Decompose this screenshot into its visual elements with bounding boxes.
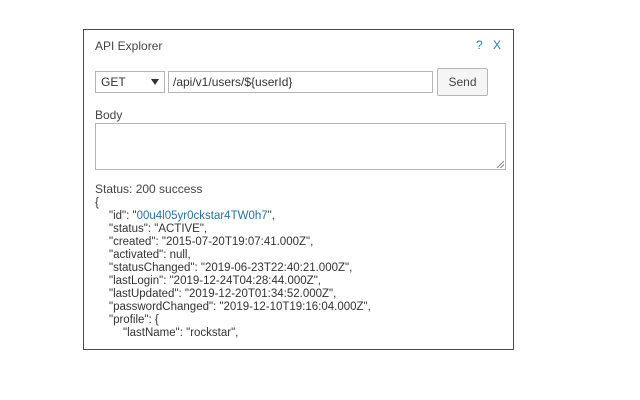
close-button[interactable]: X	[493, 38, 501, 52]
api-explorer-dialog: API Explorer ? X GET /api/v1/users/${use…	[83, 29, 514, 350]
url-input[interactable]: /api/v1/users/${userId}	[168, 71, 433, 93]
resize-grip-icon[interactable]	[497, 161, 504, 168]
json-line-id: "id": "00u4l05yr0ckstar4TW0h7",	[95, 210, 275, 222]
json-id-tail: ",	[267, 210, 275, 222]
json-open-brace: {	[95, 197, 99, 209]
json-line: "lastLogin": "2019-12-24T04:28:44.000Z",	[109, 275, 321, 287]
body-textarea[interactable]	[95, 123, 506, 170]
json-line: "profile": {	[109, 314, 159, 326]
method-select[interactable]: GET	[95, 71, 165, 93]
json-line: "passwordChanged": "2019-12-10T19:16:04.…	[109, 301, 371, 313]
json-line: "activated": null,	[109, 249, 191, 261]
json-line: "statusChanged": "2019-06-23T22:40:21.00…	[109, 262, 353, 274]
method-select-value: GET	[101, 75, 126, 89]
help-button[interactable]: ?	[476, 38, 483, 52]
json-line: "lastUpdated": "2019-12-20T01:34:52.000Z…	[109, 288, 337, 300]
json-nested-line: "lastName": "rockstar",	[123, 327, 239, 339]
user-id-link[interactable]: 00u4l05yr0ckstar4TW0h7	[137, 210, 268, 222]
body-label: Body	[95, 108, 123, 122]
json-line: "status": "ACTIVE",	[109, 223, 208, 235]
chevron-down-icon	[151, 79, 159, 85]
response-status: Status: 200 success	[95, 182, 203, 196]
json-line: "created": "2015-07-20T19:07:41.000Z",	[109, 236, 314, 248]
dialog-title: API Explorer	[95, 39, 163, 53]
json-id-key: "id": "	[109, 210, 137, 222]
response-json: { "id": "00u4l05yr0ckstar4TW0h7", "statu…	[95, 197, 371, 340]
send-button[interactable]: Send	[437, 68, 488, 96]
